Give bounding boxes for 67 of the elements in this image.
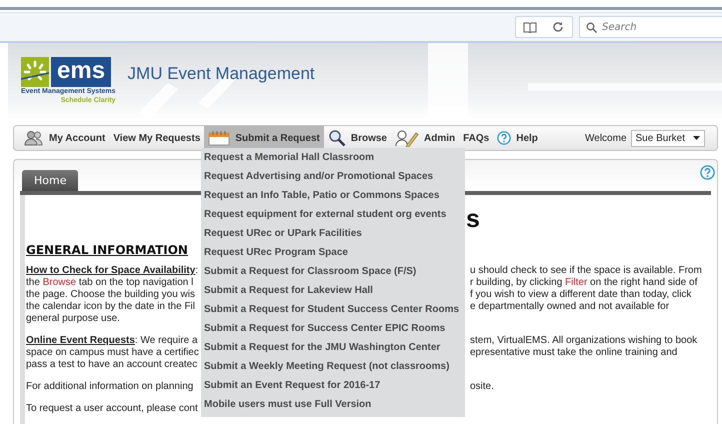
paragraph-text: space on campus must have a certifiec [26,347,199,359]
paragraph-text: osite. [470,381,494,393]
search-icon [586,22,597,32]
paragraph-text: u should check to see if the space is available. From [470,265,702,277]
paragraph-text: the Browse tab on the top navigation l [26,277,194,289]
paragraph-text: e departmentally owned and not available for [470,301,670,313]
nav-label: Admin [424,132,456,144]
menu-item[interactable]: Mobile users must use Full Version [201,395,466,414]
paragraph-text: pass a test to have an account createc [26,359,198,371]
nav-label: Submit a Request [235,132,320,144]
nav-label: Help [516,132,538,144]
paragraph-text: r building, by clicking Filter on the right hand side of [470,277,698,289]
welcome-label: Welcome [585,132,627,144]
paragraph-text: general purpose use. [26,313,120,325]
search-input[interactable]: Search [602,22,702,32]
menu-item[interactable]: Submit a Request for Student Success Center Rooms [201,300,466,319]
home-tab[interactable]: Home [22,170,78,191]
nav-item[interactable]: Submit a Request [204,126,324,150]
help-icon [497,131,512,145]
menu-item[interactable]: Submit an Event Request for 2016-17 [201,376,466,395]
search-field[interactable]: Search [579,16,722,38]
user-select[interactable]: Sue Burket [630,130,705,146]
menu-item[interactable]: Request an Info Table, Patio or Commons Spaces [201,186,466,205]
nav-item[interactable]: Admin [390,126,460,150]
nav-label: My Account [49,132,106,144]
nav-label: View My Requests [113,132,200,144]
help-icon [700,165,715,180]
nav-item[interactable]: FAQs [459,126,494,150]
menu-item[interactable]: Submit a Weekly Meeting Request (not classrooms) [201,357,466,376]
paragraph-text: To request a user account, please cont [26,403,198,415]
person-pen-icon [394,129,419,147]
site-title: JMU Event Management [128,64,315,84]
calendar-icon [208,130,230,146]
menu-item[interactable]: Request equipment for external student org events [201,205,466,224]
section-heading: GENERAL INFORMATION [26,243,188,257]
menu-item[interactable]: Submit a Request for the JMU Washington Center [201,338,466,357]
paragraph-text: How to Check for Space Availability: [26,265,198,277]
search-icon [328,129,346,147]
menu-item[interactable]: Submit a Request for Classroom Space (F/S) [201,262,466,281]
inline-link[interactable]: Browse [42,277,76,288]
paragraph-text: the page. Choose the building you wis [26,289,196,301]
paragraph-text: f you wish to view a different date than today, click [470,289,692,301]
paragraph-text: stem, VirtualEMS. All organizations wishing to book [470,335,698,347]
nav-item[interactable]: Browse [324,126,391,150]
reload-icon[interactable] [552,21,564,33]
paragraph-text: Online Event Requests: We require a [26,335,198,347]
nav-item[interactable]: View My Requests [109,126,204,150]
sun-logo-icon [21,57,49,87]
nav-item[interactable]: Help [493,126,542,150]
logo-wordmark: ems [51,57,112,87]
book-icon[interactable] [523,21,537,33]
people-icon [24,130,44,146]
nav-item[interactable]: My Account [20,126,110,150]
paragraph-text: For additional information on planning [26,381,194,393]
paragraph-text: the calendar icon by the date in the Fil [26,301,195,313]
menu-item[interactable]: Request a Memorial Hall Classroom [201,148,466,167]
menu-item[interactable]: Request Advertising and/or Promotional Spaces [201,167,466,186]
paragraph-text: epresentative must take the online training and [470,347,678,359]
caret-icon [693,136,700,140]
menu-item[interactable]: Submit a Request for Success Center EPIC Rooms [201,319,466,338]
menu-item[interactable]: Request URec or UPark Facilities [201,224,466,243]
nav-label: Browse [350,132,387,144]
inline-link[interactable]: Filter [565,277,588,288]
page-title: s [466,204,481,234]
menu-item[interactable]: Submit a Request for Lakeview Hall [201,281,466,300]
menu-item[interactable]: Request URec Program Space [201,243,466,262]
nav-label: FAQs [463,132,490,144]
